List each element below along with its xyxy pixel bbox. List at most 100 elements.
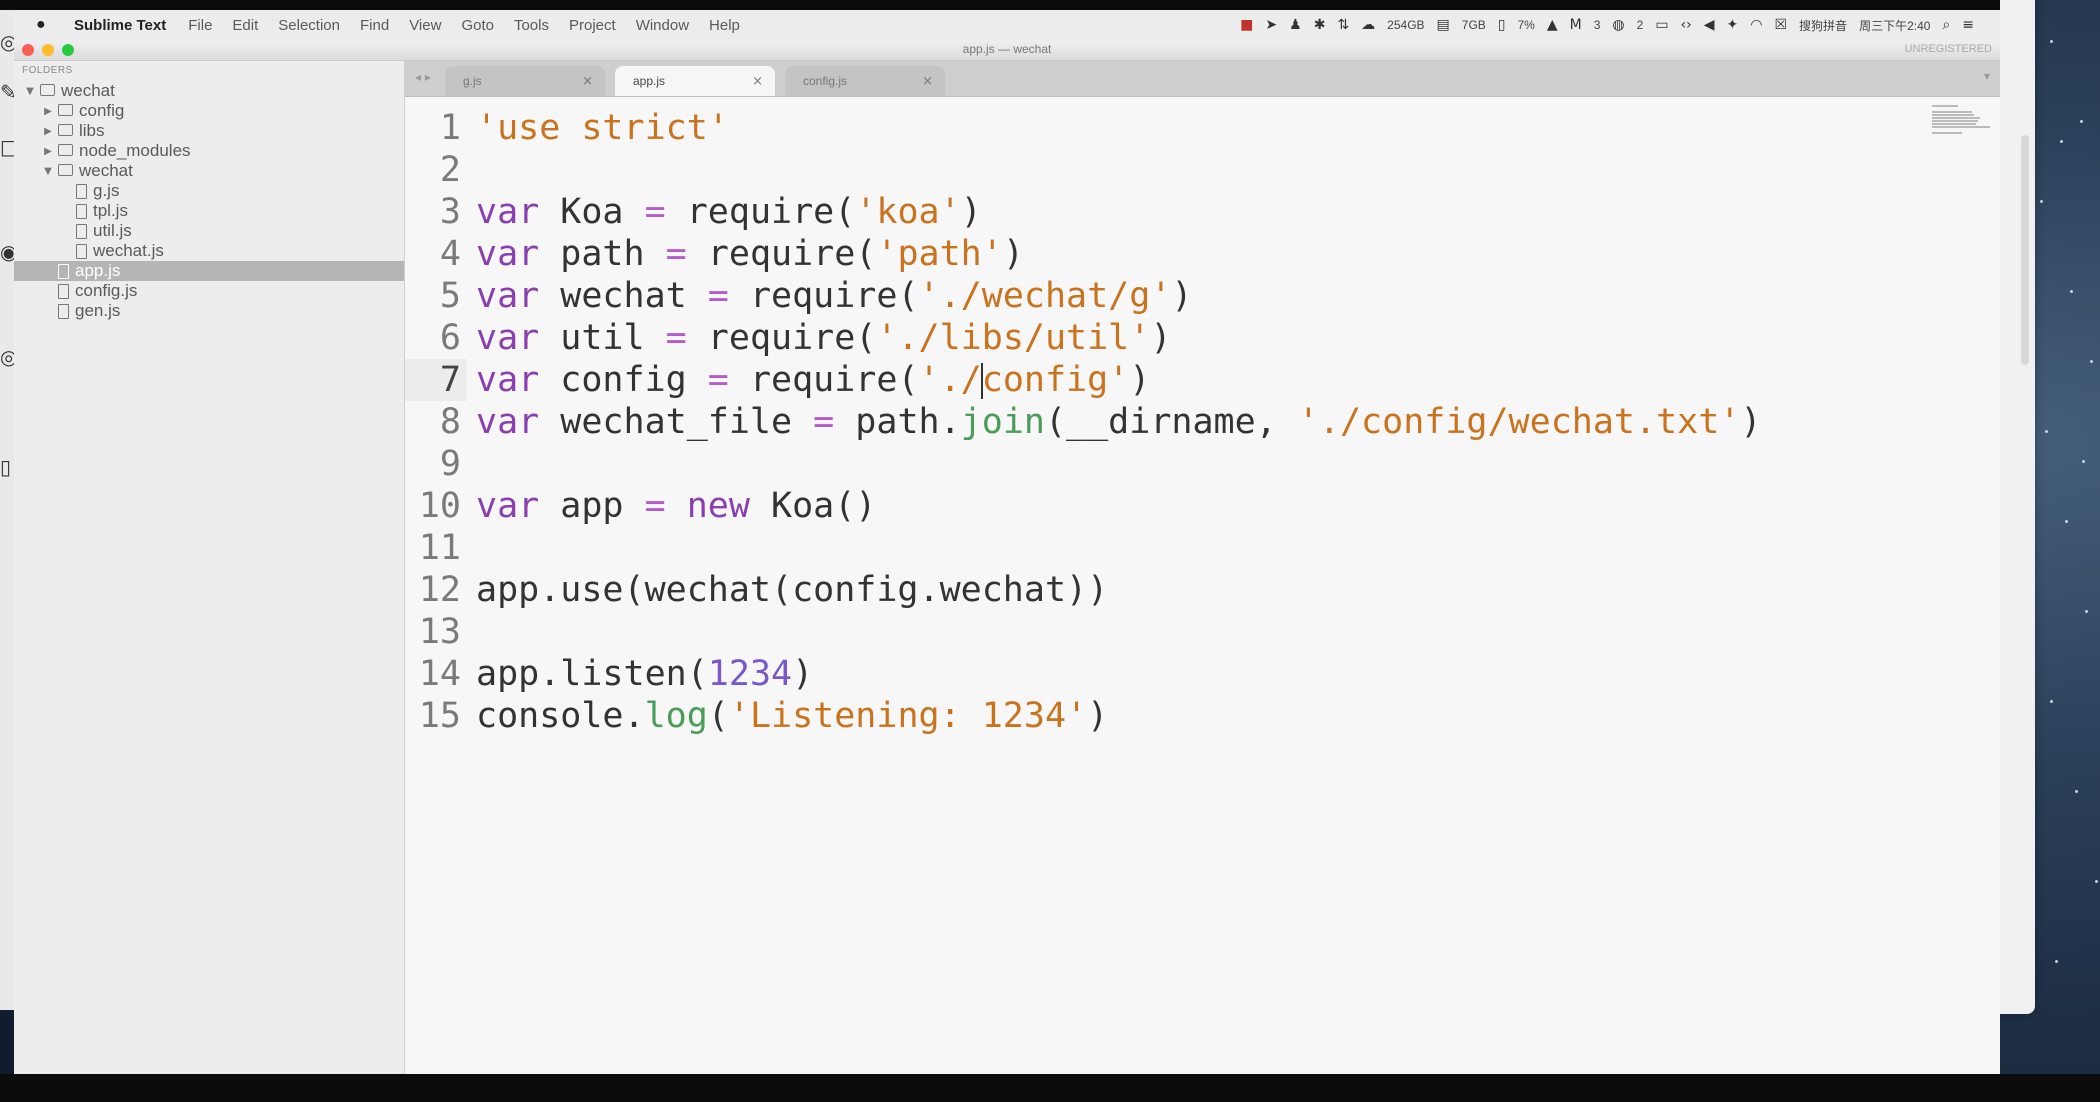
code-line[interactable]: app.use(wechat(config.wechat)) <box>476 569 1108 611</box>
line-number: 6 <box>439 318 461 358</box>
cpu-icon[interactable]: ▯ <box>1498 17 1506 33</box>
tree-item-label: wechat.js <box>93 241 164 260</box>
sidebar-file-item[interactable]: app.js <box>14 261 404 281</box>
sublime-text-window: app.js — wechat UNREGISTERED FOLDERS ▼ we… <box>14 40 2000 1074</box>
sidebar-file-item[interactable]: g.js <box>14 181 404 201</box>
file-icon <box>58 263 69 279</box>
disclosure-collapsed-icon[interactable]: ▶ <box>42 126 54 137</box>
code-string: 'koa' <box>855 192 961 232</box>
sidebar-file-item[interactable]: tpl.js <box>14 201 404 221</box>
settings-icon[interactable]: ✱ <box>1314 17 1326 33</box>
code-text: Koa() <box>749 486 877 526</box>
menu-app-name[interactable]: Sublime Text <box>74 17 166 34</box>
input-method-icon[interactable]: ☒ <box>1774 17 1787 33</box>
network-icon[interactable]: ⇅ <box>1337 17 1349 33</box>
wallpaper-star <box>2060 140 2063 143</box>
code-line[interactable]: var Koa = require('koa') <box>476 191 982 233</box>
code-line[interactable]: var wechat = require('./wechat/g') <box>476 275 1192 317</box>
send-icon[interactable]: ➤ <box>1265 17 1277 33</box>
mail-icon[interactable]: M <box>1570 17 1582 33</box>
disclosure-collapsed-icon[interactable]: ▶ <box>42 106 54 117</box>
notification-icon[interactable]: ▲ <box>1547 17 1558 33</box>
disclosure-expanded-icon[interactable]: ▼ <box>24 86 36 97</box>
notification-center-icon[interactable]: ≡ <box>1962 17 1974 33</box>
code-keyword: var <box>476 234 540 274</box>
wallpaper-star <box>2085 610 2088 613</box>
sidebar-file-item[interactable]: util.js <box>14 221 404 241</box>
code-operator: = <box>644 192 666 232</box>
code-editor[interactable]: 1 2 3 4 5 6 7 8 9 10 11 12 13 14 15 'use strict' var Ko… <box>405 97 2000 1074</box>
sidebar-file-item[interactable]: config.js <box>14 281 404 301</box>
tab-app-js[interactable]: app.js × <box>615 66 775 96</box>
code-text: ) <box>792 654 814 694</box>
close-icon[interactable]: × <box>922 74 933 89</box>
code-keyword: var <box>476 402 540 442</box>
close-icon[interactable]: × <box>582 74 593 89</box>
code-line[interactable]: var util = require('./libs/util') <box>476 317 1171 359</box>
code-line[interactable]: var wechat_file = path.join(__dirname, '… <box>476 401 1761 443</box>
tab-g-js[interactable]: g.js × <box>445 66 605 96</box>
spotlight-search-icon[interactable]: ⌕ <box>1942 17 1950 33</box>
wallpaper-star <box>2065 520 2068 523</box>
menu-window[interactable]: Window <box>636 17 689 34</box>
disk-icon[interactable]: ☁ <box>1361 17 1375 33</box>
input-method-label[interactable]: 搜狗拼音 <box>1799 17 1847 34</box>
minimap[interactable] <box>1932 103 1990 137</box>
window-titlebar[interactable]: app.js — wechat UNREGISTERED <box>14 40 2000 61</box>
disclosure-collapsed-icon[interactable]: ▶ <box>42 146 54 157</box>
menu-goto[interactable]: Goto <box>461 17 494 34</box>
sidebar-folder-item[interactable]: ▼ wechat <box>14 161 404 181</box>
apple-icon[interactable]: ● <box>36 16 58 34</box>
code-text: config <box>539 360 708 400</box>
menu-help[interactable]: Help <box>709 17 740 34</box>
code-text: ) <box>1002 234 1024 274</box>
code-text: ( <box>707 696 729 736</box>
code-text: app.listen( <box>476 654 708 694</box>
line-number: 8 <box>439 402 461 442</box>
menu-file[interactable]: File <box>188 17 212 34</box>
code-icon[interactable]: ‹› <box>1681 17 1692 33</box>
code-line[interactable]: app.listen(1234) <box>476 653 813 695</box>
sidebar-file-item[interactable]: wechat.js <box>14 241 404 261</box>
memory-icon[interactable]: ▤ <box>1437 17 1450 33</box>
code-line[interactable]: console.log('Listening: 1234') <box>476 695 1108 737</box>
folder-icon <box>58 164 73 176</box>
tab-config-js[interactable]: config.js × <box>785 66 945 96</box>
sidebar-file-item[interactable]: gen.js <box>14 301 404 321</box>
sidebar-folder-item[interactable]: ▶ node_modules <box>14 141 404 161</box>
close-icon[interactable]: × <box>752 74 763 89</box>
background-window-scrollbar[interactable] <box>2021 135 2029 365</box>
menu-selection[interactable]: Selection <box>278 17 340 34</box>
wechat-icon[interactable]: ◍ <box>1612 17 1624 33</box>
bluetooth-icon[interactable]: ✦ <box>1727 17 1739 33</box>
display-icon[interactable]: ▭ <box>1655 17 1668 33</box>
qq-icon[interactable]: ♟ <box>1289 17 1302 33</box>
code-line[interactable]: 'use strict' <box>476 107 729 149</box>
tab-nav-arrows-icon[interactable]: ◂ ▸ <box>415 70 431 84</box>
code-line[interactable]: var config = require('./config') <box>476 359 1150 401</box>
tab-overflow-icon[interactable]: ▾ <box>1984 69 1990 83</box>
sidebar: FOLDERS ▼ wechat ▶ config ▶ libs ▶ node_modules… <box>14 61 405 1074</box>
code-line[interactable]: var app = new Koa() <box>476 485 876 527</box>
record-icon[interactable]: ■ <box>1240 17 1253 33</box>
disclosure-expanded-icon[interactable]: ▼ <box>42 166 54 177</box>
tab-label: g.js <box>463 74 482 88</box>
tree-item-label: config <box>79 101 125 120</box>
code-line[interactable]: var path = require('path') <box>476 233 1024 275</box>
menu-find[interactable]: Find <box>360 17 389 34</box>
sidebar-folder-item[interactable]: ▶ libs <box>14 121 404 141</box>
code-text: ) <box>1171 276 1193 316</box>
menu-project[interactable]: Project <box>569 17 616 34</box>
window-title: app.js — wechat <box>962 42 1052 56</box>
clock[interactable]: 周三下午2:40 <box>1859 17 1930 34</box>
tree-item-label: config.js <box>75 281 138 300</box>
menu-edit[interactable]: Edit <box>232 17 258 34</box>
menu-tools[interactable]: Tools <box>514 17 549 34</box>
code-text: path. <box>834 402 961 442</box>
wallpaper-star <box>2075 790 2078 793</box>
sidebar-folder-item[interactable]: ▼ wechat <box>14 81 404 101</box>
volume-icon[interactable]: ◀ <box>1704 17 1715 33</box>
wifi-icon[interactable]: ◠ <box>1750 17 1762 33</box>
sidebar-folder-item[interactable]: ▶ config <box>14 101 404 121</box>
menu-view[interactable]: View <box>409 17 441 34</box>
